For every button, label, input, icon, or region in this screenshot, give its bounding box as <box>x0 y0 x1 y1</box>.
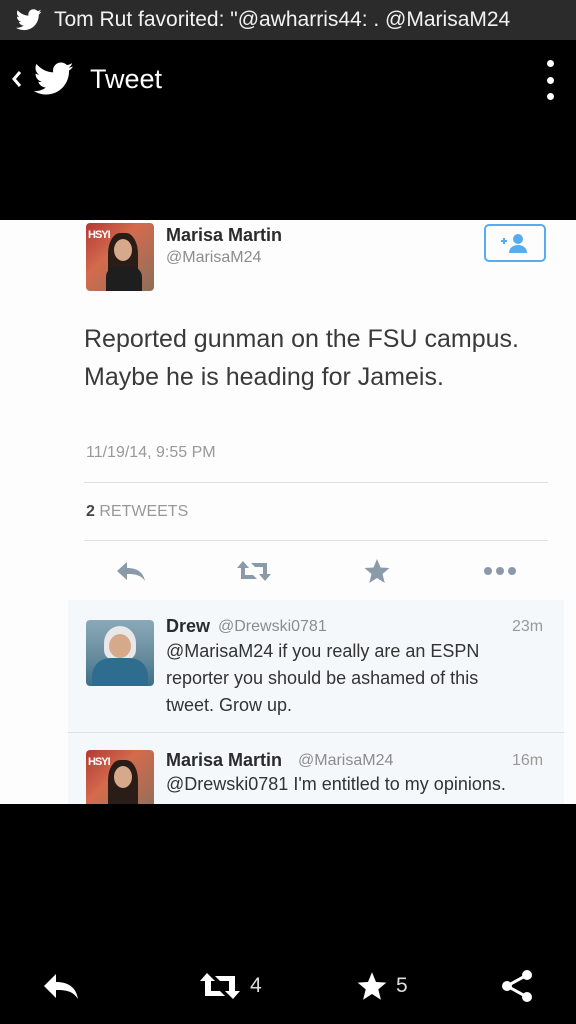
reply-author-handle: @MarisaM24 <box>298 752 394 769</box>
twitter-bird-icon[interactable] <box>34 62 74 96</box>
reply-time: 16m <box>512 752 544 769</box>
divider <box>84 540 548 541</box>
reply-author-handle: @Drewski0781 <box>218 618 327 635</box>
follow-user-icon <box>501 234 527 253</box>
overflow-menu-icon[interactable] <box>544 60 556 100</box>
reply-text: @MarisaM24 if you really are an ESPN rep… <box>166 641 480 715</box>
favorite-star-icon[interactable] <box>362 558 392 584</box>
tweet-timestamp: 11/19/14, 9:55 PM <box>86 444 216 461</box>
reply-icon <box>44 974 78 999</box>
tweet-text: Reported gunman on the FSU campus. Maybe… <box>84 325 519 391</box>
notification-text: Tom Rut favorited: "@awharris44: . @Mari… <box>54 8 511 31</box>
retweet-count-value: 2 <box>86 503 95 520</box>
reply-text: @Drewski0781 I'm entitled to my opinions… <box>166 774 506 794</box>
notification-bar[interactable]: Tom Rut favorited: "@awharris44: . @Mari… <box>0 0 576 40</box>
retweet-icon[interactable] <box>234 558 274 584</box>
retweet-icon <box>200 973 240 999</box>
author-handle: @MarisaM24 <box>166 249 262 266</box>
retweet-count-label: RETWEETS <box>99 503 189 520</box>
reply-button[interactable] <box>42 970 80 1002</box>
reply-avatar <box>86 620 154 686</box>
divider <box>84 482 548 483</box>
reply-icon[interactable] <box>114 558 148 584</box>
retweet-button[interactable]: 4 <box>198 970 262 1002</box>
follow-button[interactable] <box>484 224 546 262</box>
reply-avatar: HSYI <box>86 750 154 804</box>
app-bar: Tweet <box>0 40 576 118</box>
author-avatar: HSYI <box>86 223 154 291</box>
reply-author-name: Marisa Martin <box>166 750 283 770</box>
reply-author-name: Drew <box>166 616 211 636</box>
tweet-screenshot-image: HSYI Marisa Martin @MarisaM24 Reported g… <box>0 220 576 804</box>
star-icon <box>357 972 387 1000</box>
page-title: Tweet <box>90 63 163 94</box>
favorite-count: 5 <box>396 974 408 997</box>
bottom-action-bar: 4 5 <box>0 956 576 1016</box>
retweet-count[interactable]: 2 RETWEETS <box>86 503 188 521</box>
avatar-logo-text: HSYI <box>88 756 111 768</box>
divider <box>68 732 564 733</box>
retweet-count: 4 <box>250 974 262 997</box>
twitter-bird-icon <box>16 9 42 31</box>
favorite-button[interactable]: 5 <box>356 970 408 1002</box>
reply-time: 23m <box>512 618 544 635</box>
avatar-logo-text: HSYI <box>88 229 111 241</box>
author-name: Marisa Martin <box>166 225 283 245</box>
share-button[interactable] <box>500 970 534 1002</box>
more-icon[interactable] <box>482 558 518 584</box>
chevron-left-icon[interactable] <box>10 68 24 90</box>
share-icon <box>502 970 532 1002</box>
